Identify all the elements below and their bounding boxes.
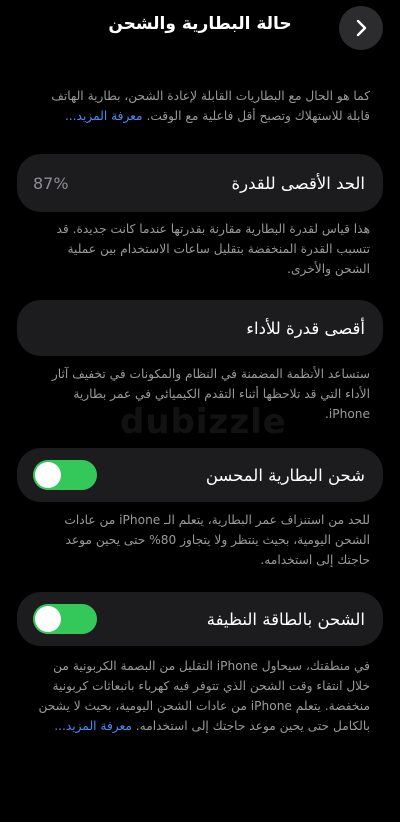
toggle-knob bbox=[35, 462, 61, 488]
max-capacity-value: 87% bbox=[33, 173, 69, 193]
peak-performance-card: أقصى قدرة للأداء bbox=[17, 300, 383, 356]
back-button[interactable] bbox=[339, 6, 383, 50]
nav-header: حالة البطارية والشحن bbox=[0, 0, 400, 60]
optimized-charging-toggle[interactable] bbox=[33, 460, 97, 490]
learn-more-link[interactable]: معرفة المزيد... bbox=[65, 109, 143, 123]
page-title: حالة البطارية والشحن bbox=[108, 14, 292, 34]
max-capacity-note: هذا قياس لقدرة البطارية مقارنة بقدرتها ع… bbox=[56, 222, 370, 276]
optimized-charging-note: للحد من استنزاف عمر البطارية، يتعلم الـ … bbox=[64, 513, 370, 567]
clean-energy-toggle[interactable] bbox=[33, 604, 97, 634]
clean-energy-note: في منطقتك، سيحاول iPhone التقليل من البص… bbox=[30, 656, 370, 736]
max-capacity-card: الحد الأقصى للقدرة 87% bbox=[17, 154, 383, 212]
battery-health-screen: حالة البطارية والشحن كما هو الحال مع الب… bbox=[0, 0, 400, 822]
dubizzle-watermark: dubizzle bbox=[120, 402, 287, 442]
peak-performance-label: أقصى قدرة للأداء bbox=[246, 318, 365, 338]
intro-note: كما هو الحال مع البطاريات القابلة لإعادة… bbox=[30, 86, 370, 126]
clean-energy-card: الشحن بالطاقة النظيفة bbox=[17, 592, 383, 646]
learn-more-link[interactable]: معرفة المزيد... bbox=[54, 719, 132, 733]
clean-energy-label: الشحن بالطاقة النظيفة bbox=[206, 609, 365, 629]
toggle-knob bbox=[35, 606, 61, 632]
optimized-charging-label: شحن البطارية المحسن bbox=[205, 465, 365, 485]
optimized-charging-card: شحن البطارية المحسن bbox=[17, 448, 383, 502]
max-capacity-label: الحد الأقصى للقدرة bbox=[231, 173, 365, 193]
chevron-right-icon bbox=[356, 19, 367, 37]
